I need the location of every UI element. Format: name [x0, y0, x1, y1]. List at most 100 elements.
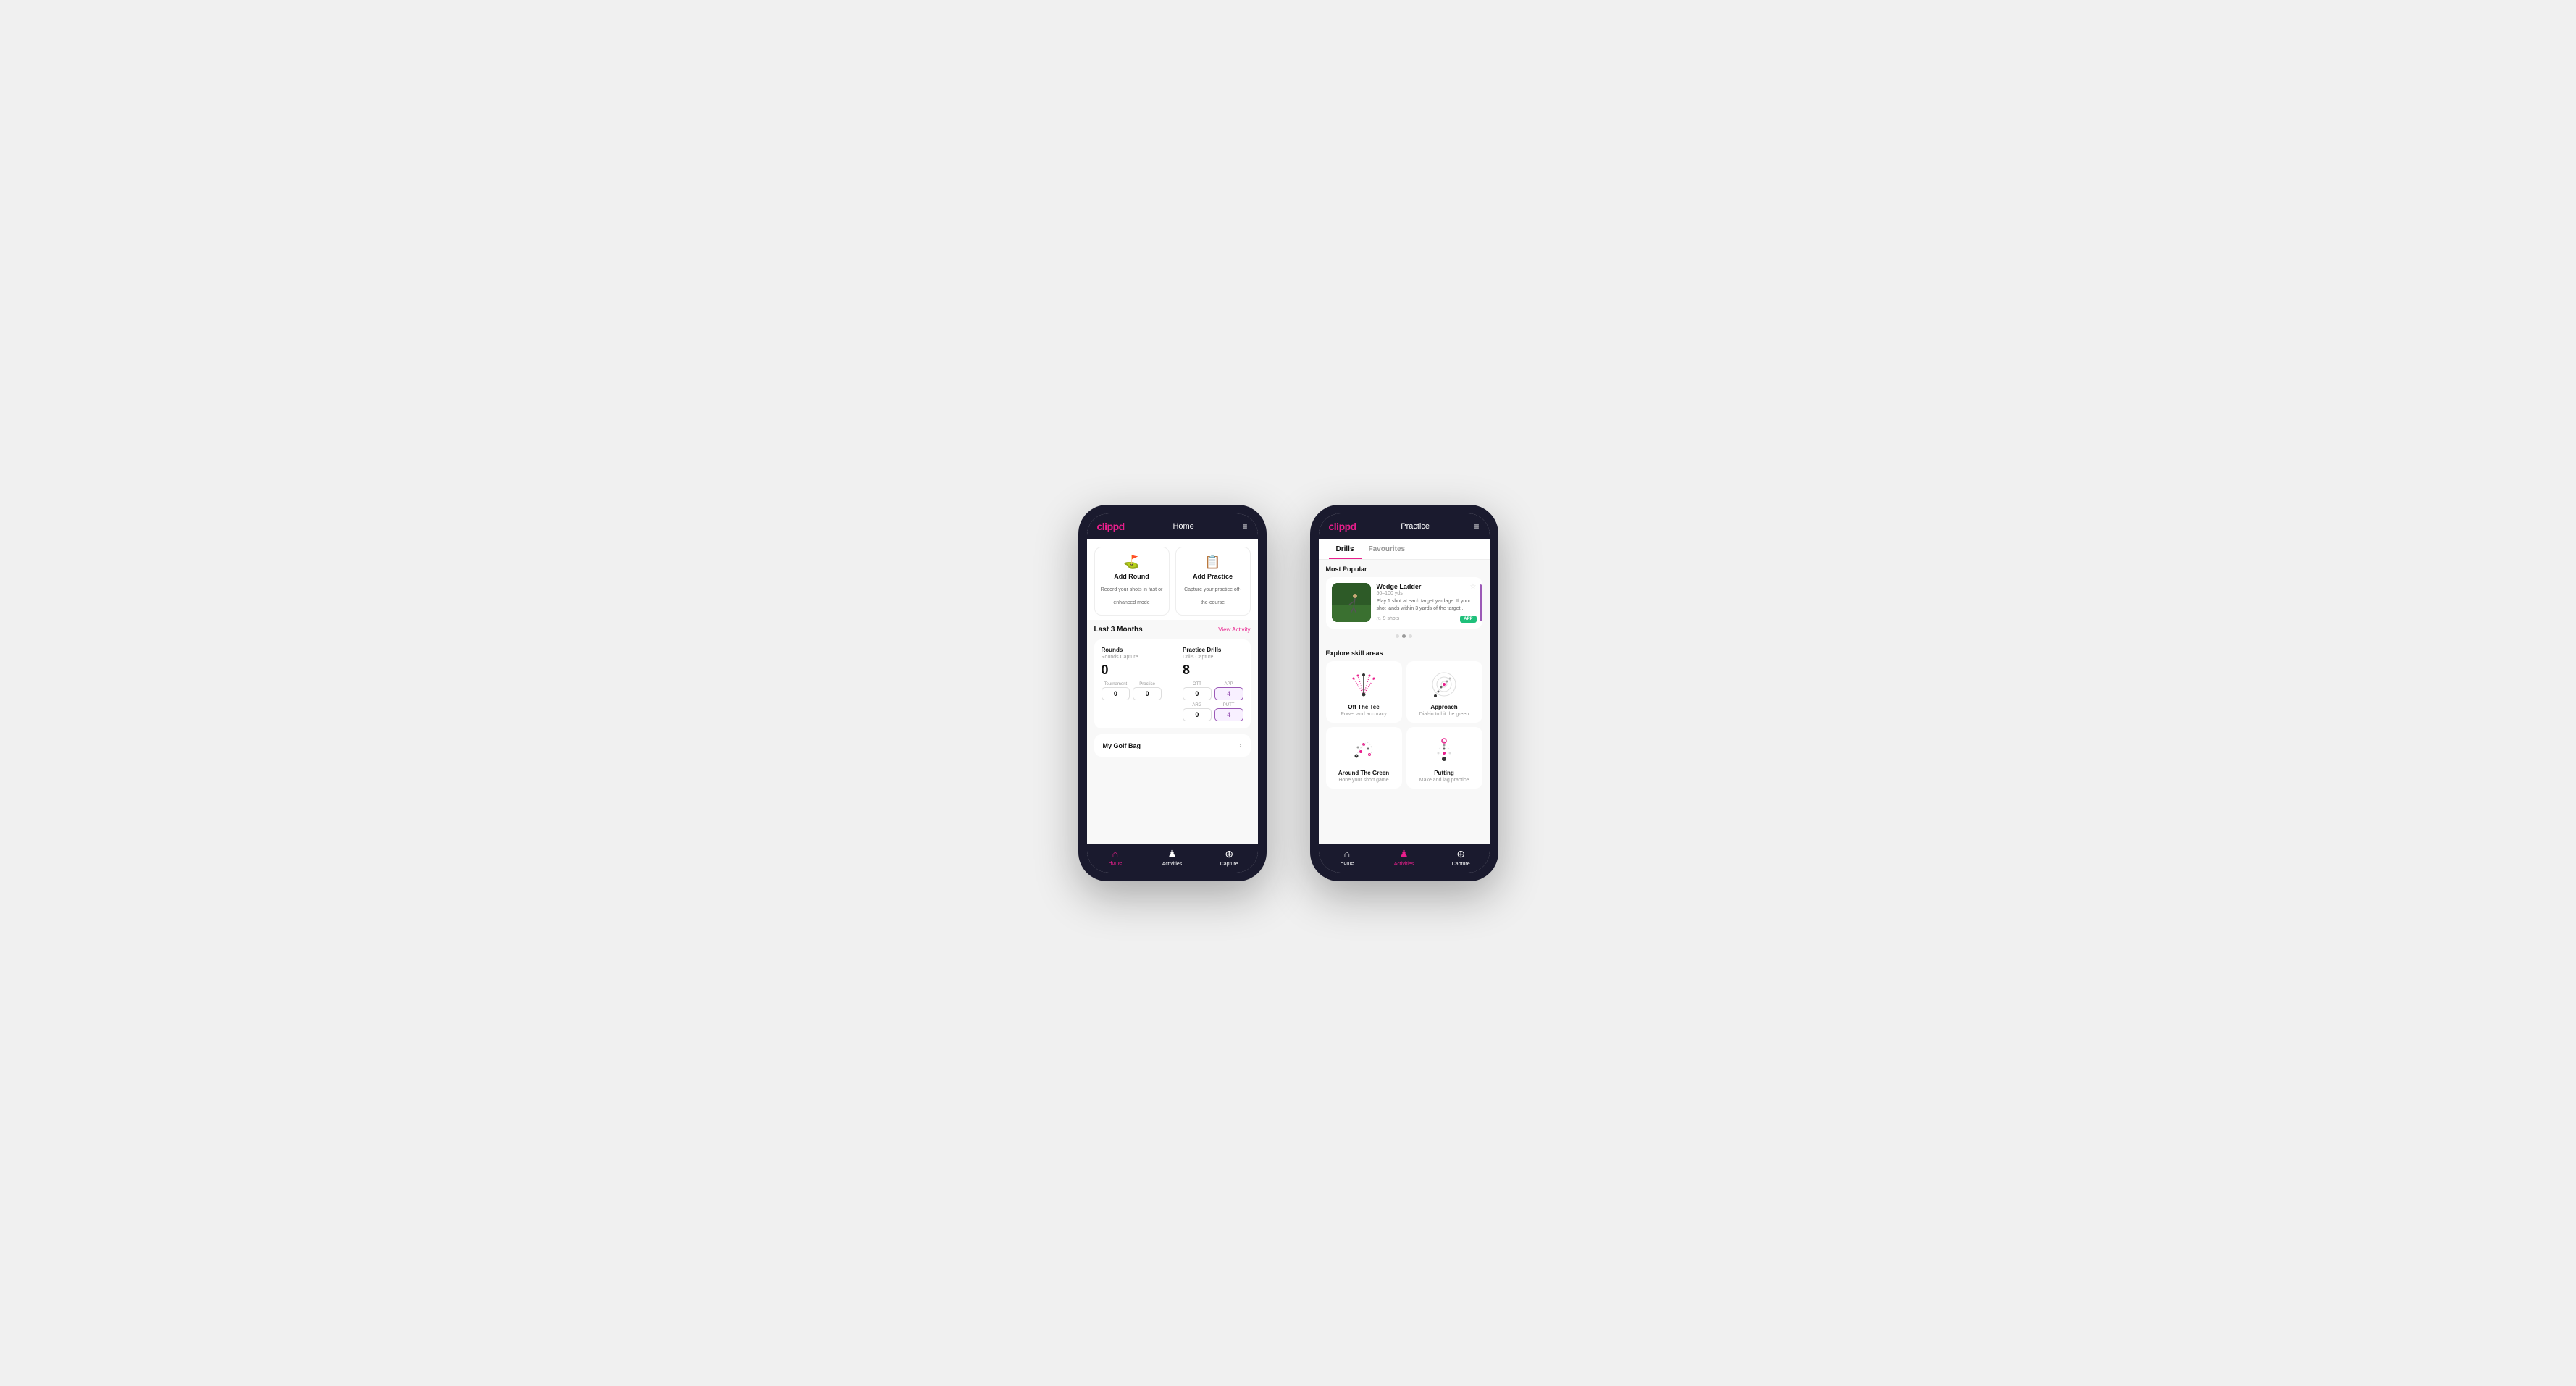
- rounds-sub-stats: Tournament 0 Practice 0: [1102, 682, 1162, 700]
- view-activity-link[interactable]: View Activity: [1218, 626, 1250, 633]
- practice-nav-home[interactable]: ⌂ Home: [1319, 848, 1376, 867]
- tab-drills[interactable]: Drills: [1329, 539, 1362, 559]
- clock-icon: ◷: [1377, 616, 1381, 622]
- putt-value: 4: [1214, 708, 1243, 721]
- approach-desc: Dial-in to hit the green: [1419, 712, 1469, 717]
- add-practice-title: Add Practice: [1182, 573, 1244, 580]
- golf-bag-arrow: ›: [1239, 742, 1241, 749]
- tournament-label: Tournament: [1102, 682, 1130, 686]
- practice-stat: Practice 0: [1133, 682, 1162, 700]
- activity-title: Last 3 Months: [1094, 626, 1143, 634]
- home-screen: ⛳ Add Round Record your shots in fast or…: [1087, 539, 1258, 844]
- activity-header: Last 3 Months View Activity: [1094, 626, 1251, 634]
- ott-label: OTT: [1183, 682, 1212, 686]
- add-round-icon: ⛳: [1101, 555, 1163, 570]
- phone-practice: clippd Practice ≡ Drills Favourites Most…: [1310, 505, 1498, 881]
- tournament-stat: Tournament 0: [1102, 682, 1130, 700]
- home-nav-label: Home: [1108, 861, 1122, 866]
- ott-value: 0: [1183, 687, 1212, 700]
- tournament-value: 0: [1102, 687, 1130, 700]
- drills-col: Practice Drills Drills Capture 8 OTT 0 A…: [1183, 647, 1243, 721]
- putt-label: PUTT: [1214, 703, 1243, 707]
- phone-home: clippd Home ≡ ⛳ Add Round Record your sh…: [1078, 505, 1267, 881]
- practice-tabs: Drills Favourites: [1319, 539, 1490, 560]
- putting-desc: Make and lag practice: [1419, 778, 1469, 783]
- drill-card[interactable]: Wedge Ladder ☆ 50–100 yds Play 1 shot at…: [1326, 577, 1482, 629]
- putting-icon: [1428, 734, 1460, 766]
- app-value: 4: [1214, 687, 1243, 700]
- skill-card-putting[interactable]: Putting Make and lag practice: [1406, 727, 1482, 789]
- skill-card-approach[interactable]: Approach Dial-in to hit the green: [1406, 661, 1482, 723]
- drill-thumb-image: [1332, 583, 1371, 622]
- capture-nav-icon: ⊕: [1225, 848, 1233, 860]
- add-round-title: Add Round: [1101, 573, 1163, 580]
- off-the-tee-desc: Power and accuracy: [1341, 712, 1386, 717]
- putting-name: Putting: [1434, 770, 1454, 776]
- around-the-green-name: Around The Green: [1338, 770, 1389, 776]
- nav-activities[interactable]: ♟ Activities: [1144, 848, 1201, 867]
- drill-shots: ◷ 9 shots: [1377, 616, 1400, 622]
- card-accent: [1480, 584, 1482, 621]
- add-round-subtitle: Record your shots in fast or enhanced mo…: [1101, 587, 1163, 605]
- rounds-title: Rounds: [1102, 647, 1162, 653]
- practice-header: clippd Practice ≡: [1319, 513, 1490, 539]
- add-round-card[interactable]: ⛳ Add Round Record your shots in fast or…: [1094, 547, 1170, 616]
- most-popular-title: Most Popular: [1326, 566, 1482, 573]
- practice-activities-label: Activities: [1394, 862, 1414, 867]
- home-bottom-nav: ⌂ Home ♟ Activities ⊕ Capture: [1087, 844, 1258, 873]
- ott-stat: OTT 0: [1183, 682, 1212, 700]
- quick-actions: ⛳ Add Round Record your shots in fast or…: [1087, 539, 1258, 620]
- app-label: APP: [1214, 682, 1243, 686]
- golf-bag-label: My Golf Bag: [1103, 742, 1141, 749]
- dot-1[interactable]: [1402, 634, 1406, 638]
- menu-icon[interactable]: ≡: [1242, 521, 1247, 532]
- practice-capture-icon: ⊕: [1456, 848, 1465, 860]
- arg-value: 0: [1183, 708, 1212, 721]
- home-nav-icon: ⌂: [1112, 848, 1118, 860]
- around-the-green-desc: Hone your short game: [1338, 778, 1388, 783]
- practice-menu-icon[interactable]: ≡: [1474, 521, 1479, 532]
- drill-info-header: Wedge Ladder ☆: [1377, 583, 1477, 591]
- practice-logo: clippd: [1329, 521, 1356, 532]
- skill-card-off-the-tee[interactable]: Off The Tee Power and accuracy: [1326, 661, 1402, 723]
- off-the-tee-icon: [1348, 668, 1380, 700]
- most-popular-section: Most Popular: [1319, 560, 1490, 647]
- approach-icon: [1428, 668, 1460, 700]
- drill-description: Play 1 shot at each target yardage. If y…: [1377, 598, 1477, 613]
- practice-value: 0: [1133, 687, 1162, 700]
- practice-home-icon: ⌂: [1344, 848, 1350, 860]
- arg-label: ARG: [1183, 703, 1212, 707]
- golf-bag-row[interactable]: My Golf Bag ›: [1094, 734, 1251, 757]
- around-the-green-icon: [1348, 734, 1380, 766]
- tab-favourites[interactable]: Favourites: [1362, 539, 1413, 559]
- arg-stat: ARG 0: [1183, 703, 1212, 721]
- home-header: clippd Home ≡: [1087, 513, 1258, 539]
- practice-screen: Most Popular: [1319, 560, 1490, 844]
- stats-grid: Rounds Rounds Capture 0 Tournament 0 Pra…: [1102, 647, 1243, 721]
- add-practice-card[interactable]: 📋 Add Practice Capture your practice off…: [1175, 547, 1251, 616]
- drill-name: Wedge Ladder: [1377, 583, 1422, 590]
- drills-total: 8: [1183, 663, 1243, 678]
- practice-activities-icon: ♟: [1399, 848, 1409, 860]
- app-logo: clippd: [1097, 521, 1125, 532]
- putt-stat: PUTT 4: [1214, 703, 1243, 721]
- practice-nav-activities[interactable]: ♟ Activities: [1375, 848, 1432, 867]
- skill-card-around-the-green[interactable]: Around The Green Hone your short game: [1326, 727, 1402, 789]
- nav-home[interactable]: ⌂ Home: [1087, 848, 1144, 867]
- practice-bottom-nav: ⌂ Home ♟ Activities ⊕ Capture: [1319, 844, 1490, 873]
- add-practice-icon: 📋: [1182, 555, 1244, 570]
- capture-nav-label: Capture: [1220, 862, 1238, 867]
- drill-thumb-svg: [1332, 583, 1371, 622]
- activity-section: Last 3 Months View Activity Rounds Round…: [1087, 620, 1258, 734]
- drills-sub-stats: OTT 0 APP 4 ARG 0: [1183, 682, 1243, 721]
- off-the-tee-name: Off The Tee: [1348, 704, 1379, 710]
- stats-card: Rounds Rounds Capture 0 Tournament 0 Pra…: [1094, 639, 1251, 728]
- app-stat: APP 4: [1214, 682, 1243, 700]
- dot-2[interactable]: [1409, 634, 1412, 638]
- favourite-star-icon[interactable]: ☆: [1470, 583, 1477, 591]
- nav-capture[interactable]: ⊕ Capture: [1201, 848, 1258, 867]
- practice-nav-capture[interactable]: ⊕ Capture: [1432, 848, 1490, 867]
- drill-info: Wedge Ladder ☆ 50–100 yds Play 1 shot at…: [1377, 583, 1477, 623]
- dot-0[interactable]: [1396, 634, 1399, 638]
- skill-areas-section: Explore skill areas: [1319, 647, 1490, 794]
